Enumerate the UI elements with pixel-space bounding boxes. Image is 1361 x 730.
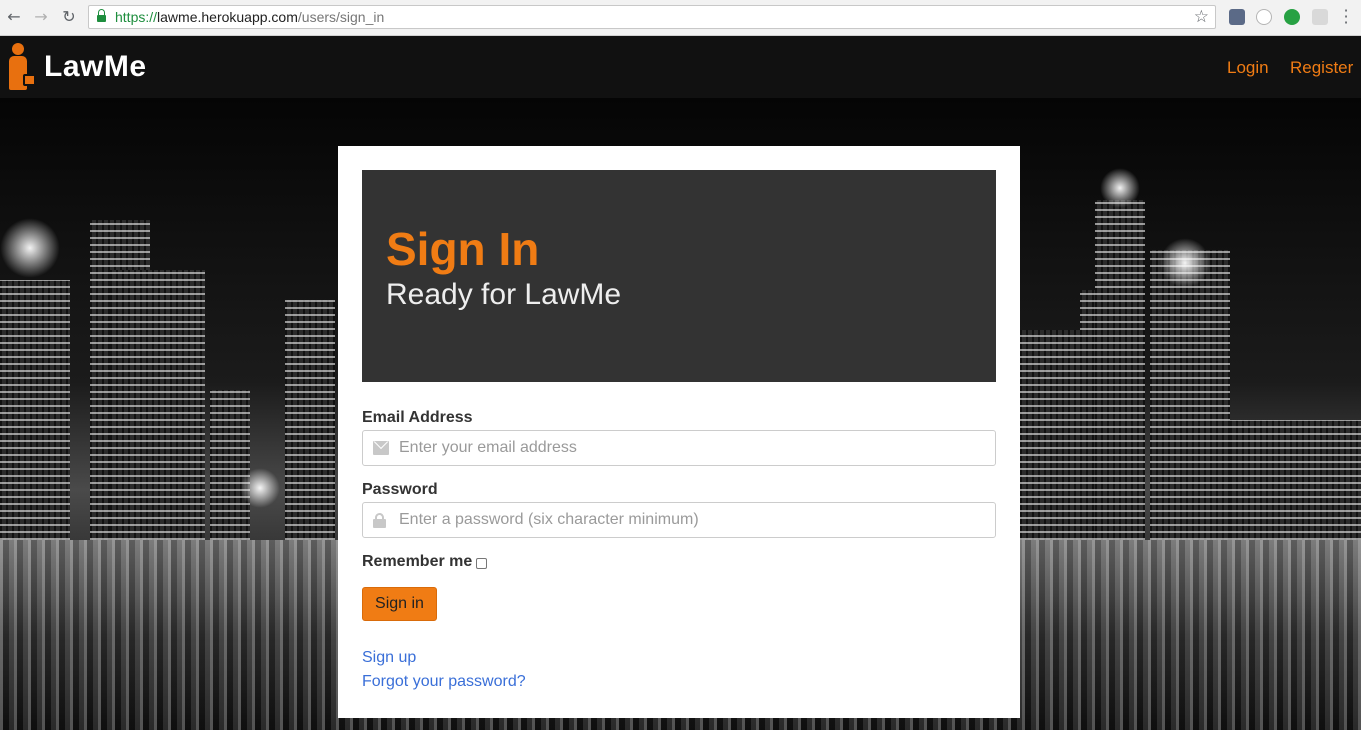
- login-link[interactable]: Login: [1227, 58, 1269, 78]
- arrow-right-icon[interactable]: →: [32, 8, 50, 26]
- extension-icon[interactable]: [1284, 9, 1300, 25]
- email-field-wrapper: [362, 430, 996, 466]
- site-navbar: LawMe Login Register: [0, 36, 1361, 98]
- register-link[interactable]: Register: [1290, 58, 1353, 78]
- url-path: /users/sign_in: [297, 9, 385, 25]
- email-label: Email Address: [362, 409, 473, 426]
- address-bar[interactable]: https://lawme.herokuapp.com/users/sign_i…: [88, 5, 1216, 29]
- kebab-menu-icon[interactable]: · · ·: [1340, 3, 1352, 31]
- star-icon[interactable]: ☆: [1194, 7, 1209, 27]
- arrow-left-icon[interactable]: ←: [5, 8, 23, 26]
- password-field[interactable]: [399, 503, 989, 537]
- extension-icon[interactable]: [1312, 9, 1328, 25]
- password-label: Password: [362, 481, 438, 498]
- lawyer-briefcase-icon: [6, 41, 38, 93]
- email-field[interactable]: [399, 431, 989, 465]
- sign-in-button[interactable]: Sign in: [362, 587, 437, 621]
- reload-icon[interactable]: ↻: [60, 8, 78, 26]
- password-field-wrapper: [362, 502, 996, 538]
- remember-me-row: Remember me: [362, 553, 488, 571]
- url-host: lawme.herokuapp.com: [157, 9, 298, 25]
- url-scheme: https://: [115, 9, 158, 25]
- envelope-icon: [373, 441, 389, 455]
- forgot-password-link[interactable]: Forgot your password?: [362, 673, 526, 691]
- brand[interactable]: LawMe: [6, 40, 147, 94]
- sign-up-link[interactable]: Sign up: [362, 649, 416, 667]
- url-text: https://lawme.herokuapp.com/users/sign_i…: [115, 9, 384, 25]
- sign-in-card: Sign In Ready for LawMe Email Address Pa…: [338, 146, 1020, 718]
- extension-icon[interactable]: [1229, 9, 1245, 25]
- lock-icon: [97, 9, 106, 22]
- lock-icon: [373, 513, 386, 528]
- brand-name: LawMe: [44, 50, 147, 83]
- page-title: Sign In: [386, 223, 540, 275]
- browser-toolbar: ← → ↻ https://lawme.herokuapp.com/users/…: [0, 0, 1361, 36]
- extension-icon[interactable]: [1256, 9, 1272, 25]
- page-subtitle: Ready for LawMe: [386, 278, 622, 311]
- remember-me-label: Remember me: [362, 553, 473, 570]
- remember-me-checkbox[interactable]: [476, 557, 488, 569]
- hero-banner: Sign In Ready for LawMe: [362, 170, 996, 382]
